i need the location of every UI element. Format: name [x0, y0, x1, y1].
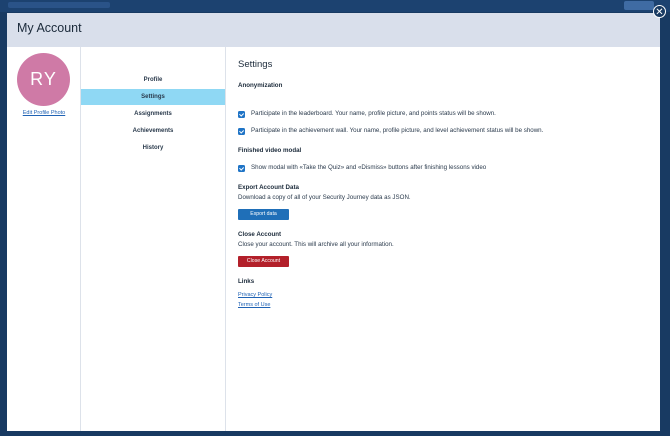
- achievement-wall-option-label: Participate in the achievement wall. You…: [251, 127, 544, 134]
- profile-column: RY Edit Profile Photo: [7, 47, 81, 431]
- backdrop-tab: [50, 2, 110, 8]
- backdrop-button: [624, 1, 654, 10]
- terms-of-use-link[interactable]: Terms of Use: [238, 302, 270, 308]
- links-heading: Links: [238, 278, 255, 285]
- modal-header: My Account: [7, 13, 660, 47]
- anonymization-heading: Anonymization: [238, 82, 283, 89]
- export-heading: Export Account Data: [238, 184, 299, 191]
- video-modal-checkbox[interactable]: [238, 165, 245, 172]
- nav-item-achievements[interactable]: Achievements: [81, 123, 225, 139]
- export-description: Download a copy of all of your Security …: [238, 194, 411, 201]
- edit-profile-photo-link[interactable]: Edit Profile Photo: [7, 110, 81, 116]
- backdrop-top-bar: [0, 0, 670, 12]
- close-account-heading: Close Account: [238, 231, 282, 238]
- close-account-button[interactable]: Close Account: [238, 256, 289, 267]
- export-data-button[interactable]: Export data: [238, 209, 289, 220]
- finished-video-heading: Finished video modal: [238, 147, 302, 154]
- leaderboard-option-label: Participate in the leaderboard. Your nam…: [251, 110, 496, 117]
- nav-item-settings[interactable]: Settings: [81, 89, 225, 105]
- close-icon[interactable]: ✕: [653, 5, 666, 18]
- leaderboard-checkbox[interactable]: [238, 111, 245, 118]
- nav-item-history[interactable]: History: [81, 140, 225, 156]
- nav-item-assignments[interactable]: Assignments: [81, 106, 225, 122]
- settings-panel: Settings Anonymization Participate in th…: [238, 47, 658, 431]
- avatar: RY: [17, 53, 70, 106]
- modal-title: My Account: [17, 21, 82, 35]
- privacy-policy-link[interactable]: Privacy Policy: [238, 292, 272, 298]
- account-nav: Profile Settings Assignments Achievement…: [81, 47, 226, 431]
- close-account-description: Close your account. This will archive al…: [238, 241, 394, 248]
- video-modal-option-label: Show modal with «Take the Quiz» and «Dis…: [251, 164, 487, 171]
- page-title: Settings: [238, 59, 273, 70]
- nav-item-profile[interactable]: Profile: [81, 72, 225, 88]
- achievement-wall-checkbox[interactable]: [238, 128, 245, 135]
- my-account-modal: My Account RY Edit Profile Photo Profile…: [7, 13, 660, 431]
